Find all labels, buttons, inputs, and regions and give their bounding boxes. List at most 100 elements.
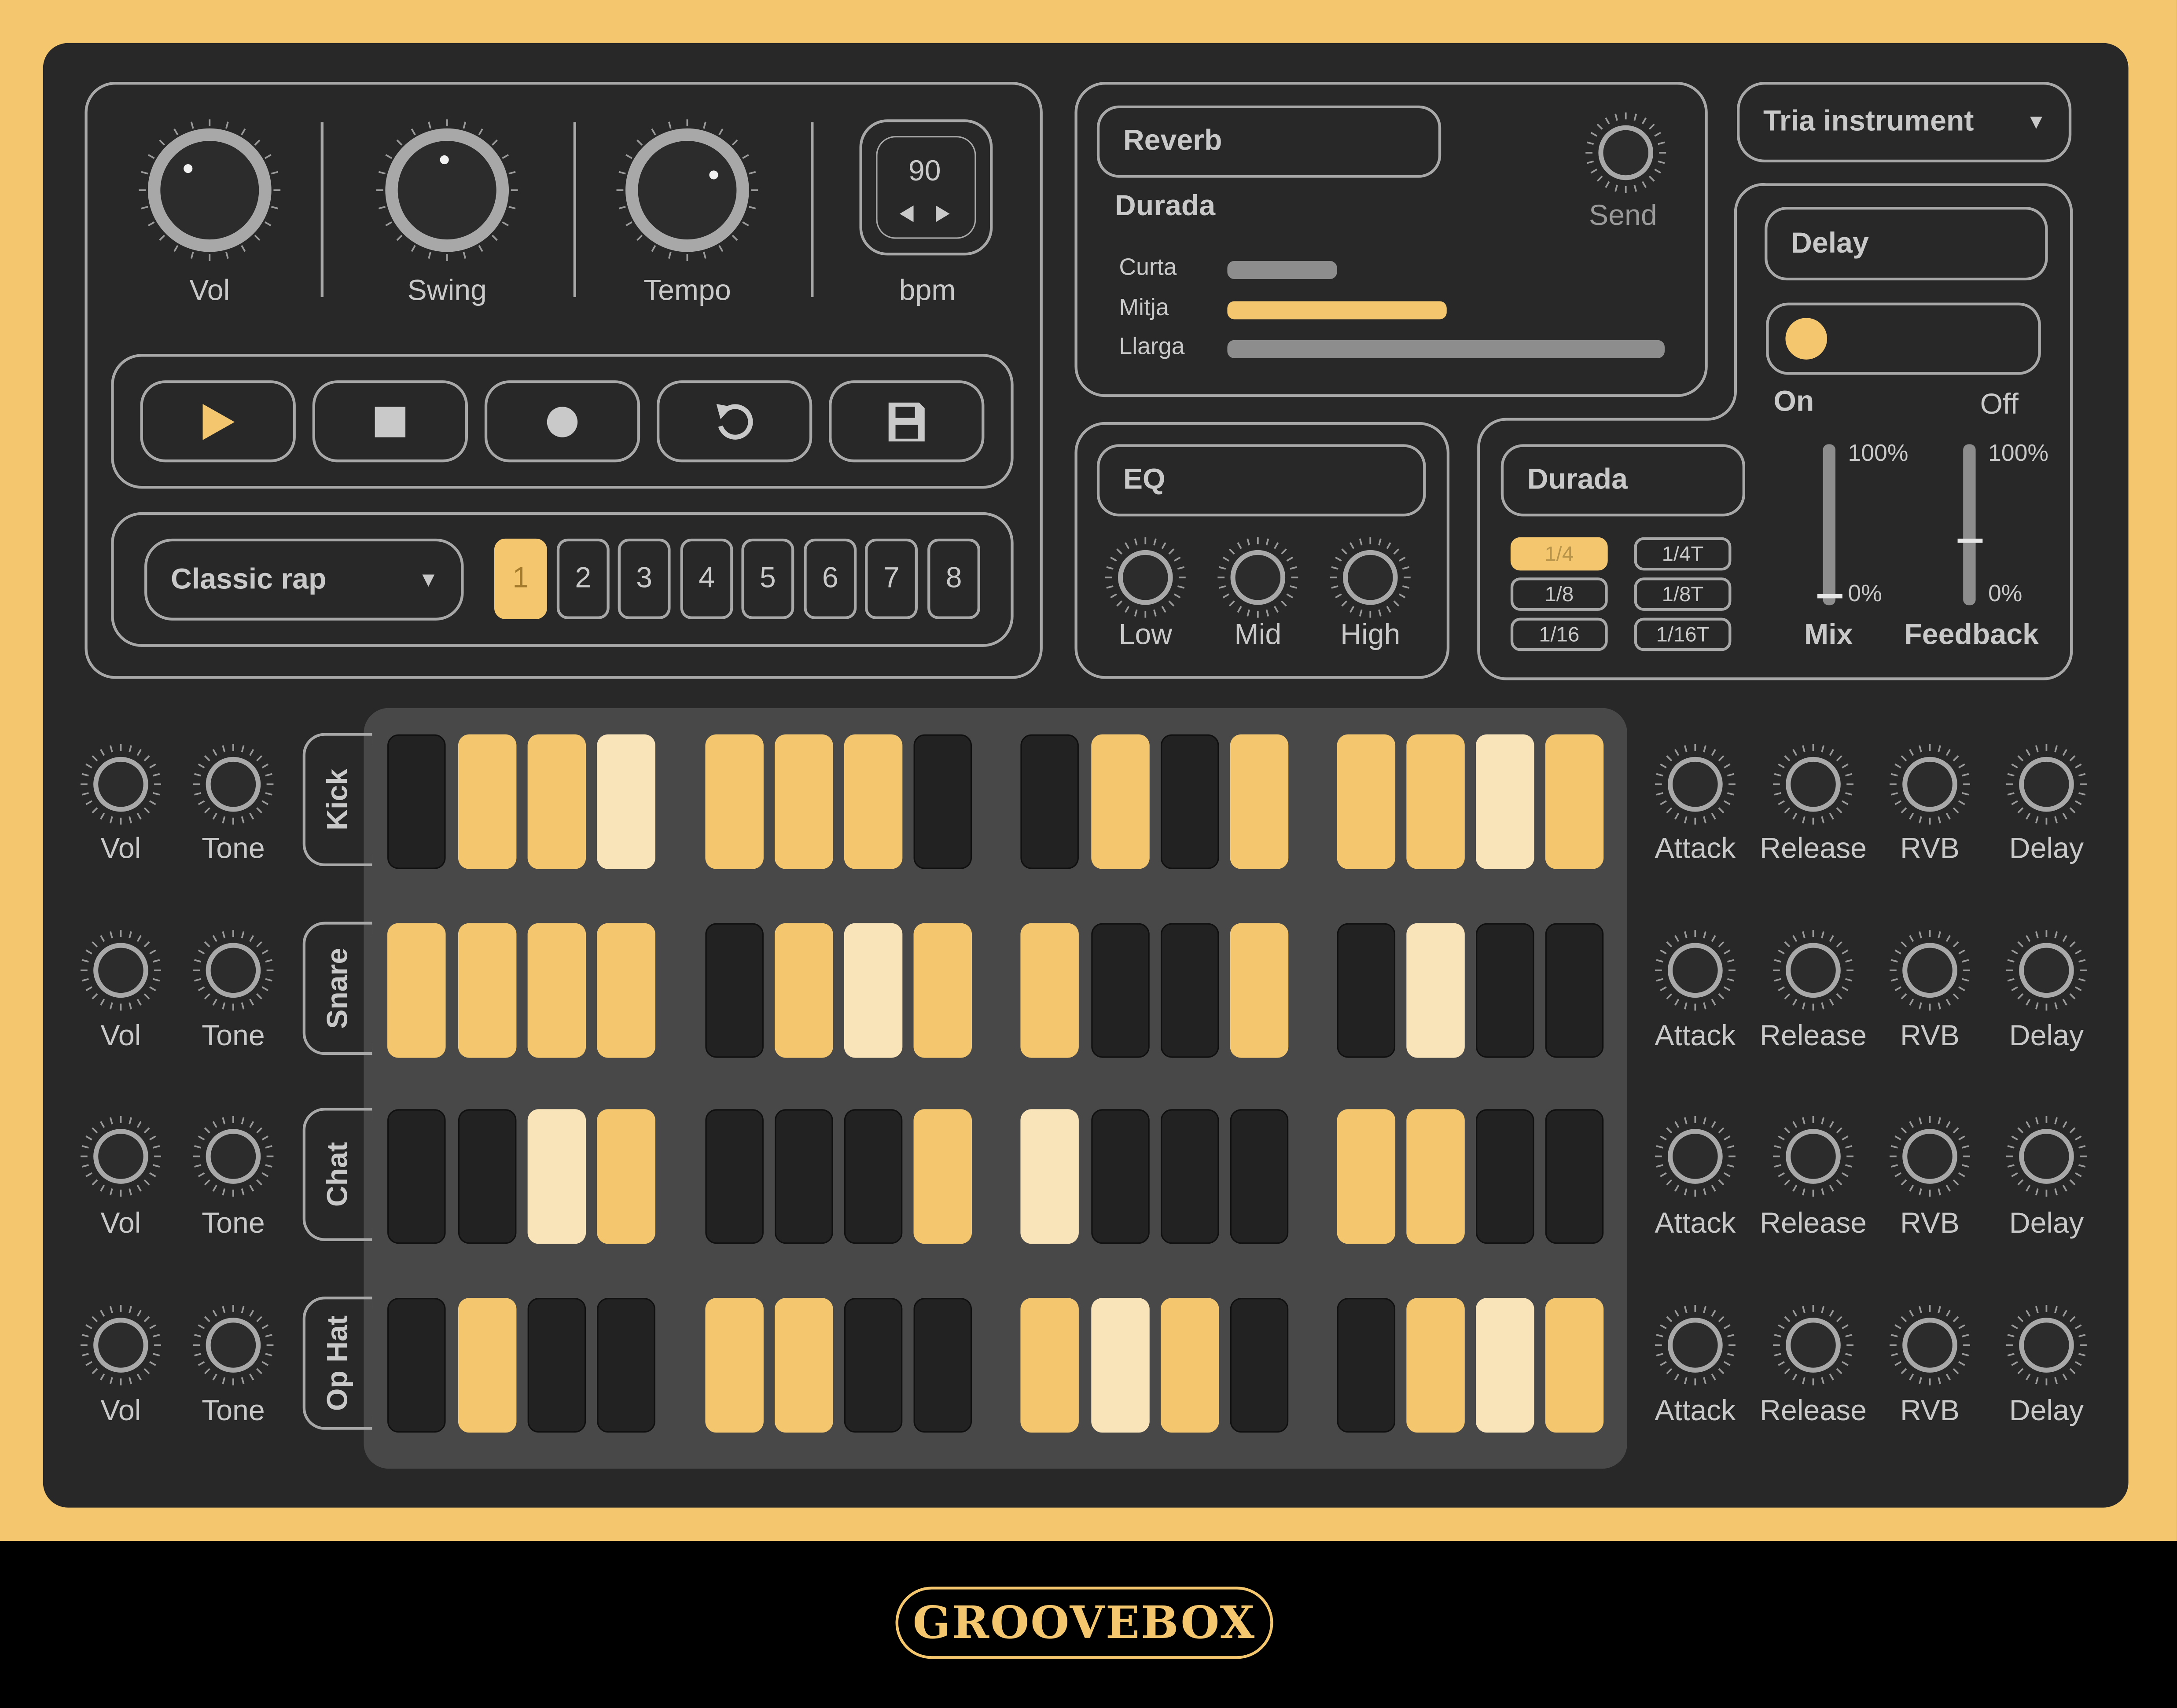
pattern-button-3[interactable]: 3 [618, 538, 671, 619]
op-hat-delay-knob[interactable] [2002, 1301, 2091, 1390]
step-chat-2[interactable] [458, 1109, 517, 1244]
step-chat-5[interactable] [705, 1109, 764, 1244]
snare-rvb-knob[interactable] [1886, 926, 1975, 1015]
step-kick-11[interactable] [1160, 734, 1219, 869]
chat-delay-knob[interactable] [2002, 1112, 2091, 1201]
step-chat-12[interactable] [1230, 1109, 1289, 1244]
delay-division-1-4[interactable]: 1/4 [1510, 537, 1608, 571]
track-tab-chat[interactable]: Chat [302, 1108, 372, 1241]
op-hat-release-knob[interactable] [1769, 1301, 1858, 1390]
step-chat-7[interactable] [844, 1109, 903, 1244]
track-tab-kick[interactable]: Kick [302, 733, 372, 867]
op-hat-attack-knob[interactable] [1651, 1301, 1739, 1390]
step-kick-8[interactable] [913, 734, 972, 869]
delay-division-1-8[interactable]: 1/8 [1510, 577, 1608, 611]
step-chat-6[interactable] [775, 1109, 833, 1244]
step-chat-11[interactable] [1160, 1109, 1219, 1244]
kick-delay-knob[interactable] [2002, 740, 2091, 829]
step-op-hat-15[interactable] [1476, 1298, 1534, 1433]
step-snare-2[interactable] [458, 923, 517, 1058]
step-op-hat-3[interactable] [527, 1298, 586, 1433]
step-op-hat-12[interactable] [1230, 1298, 1289, 1433]
step-snare-15[interactable] [1476, 923, 1534, 1058]
step-op-hat-9[interactable] [1020, 1298, 1079, 1433]
step-snare-6[interactable] [775, 923, 833, 1058]
step-snare-14[interactable] [1406, 923, 1465, 1058]
step-kick-7[interactable] [844, 734, 903, 869]
snare-attack-knob[interactable] [1651, 926, 1739, 1015]
track-tab-snare[interactable]: Snare [302, 922, 372, 1055]
step-kick-16[interactable] [1545, 734, 1604, 869]
pattern-button-8[interactable]: 8 [927, 538, 980, 619]
reverb-option-curta[interactable] [1227, 261, 1337, 279]
kick-tone-knob[interactable] [189, 740, 278, 829]
step-chat-10[interactable] [1091, 1109, 1150, 1244]
step-op-hat-2[interactable] [458, 1298, 517, 1433]
snare-tone-knob[interactable] [189, 926, 278, 1015]
snare-release-knob[interactable] [1769, 926, 1858, 1015]
step-chat-3[interactable] [527, 1109, 586, 1244]
mix-fader[interactable] [1823, 444, 1835, 606]
kick-rvb-knob[interactable] [1886, 740, 1975, 829]
swing-knob[interactable] [372, 115, 522, 265]
step-snare-8[interactable] [913, 923, 972, 1058]
step-kick-6[interactable] [775, 734, 833, 869]
kick-attack-knob[interactable] [1651, 740, 1739, 829]
pattern-button-1[interactable]: 1 [494, 538, 547, 619]
step-kick-5[interactable] [705, 734, 764, 869]
op-hat-rvb-knob[interactable] [1886, 1301, 1975, 1390]
pattern-button-7[interactable]: 7 [865, 538, 918, 619]
step-snare-5[interactable] [705, 923, 764, 1058]
step-op-hat-11[interactable] [1160, 1298, 1219, 1433]
chat-attack-knob[interactable] [1651, 1112, 1739, 1201]
step-op-hat-6[interactable] [775, 1298, 833, 1433]
track-tab-op-hat[interactable]: Op Hat [302, 1297, 372, 1430]
feedback-fader-handle[interactable] [1957, 538, 1983, 543]
vol-knob[interactable] [135, 115, 285, 265]
step-kick-2[interactable] [458, 734, 517, 869]
op-hat-tone-knob[interactable] [189, 1301, 278, 1390]
step-chat-9[interactable] [1020, 1109, 1079, 1244]
reverb-option-mitja[interactable] [1227, 300, 1447, 319]
step-chat-15[interactable] [1476, 1109, 1534, 1244]
eq-low-knob[interactable] [1101, 533, 1190, 622]
step-chat-13[interactable] [1337, 1109, 1396, 1244]
step-snare-9[interactable] [1020, 923, 1079, 1058]
chat-tone-knob[interactable] [189, 1112, 278, 1201]
step-kick-4[interactable] [597, 734, 655, 869]
pattern-button-2[interactable]: 2 [556, 538, 610, 619]
step-kick-9[interactable] [1020, 734, 1079, 869]
step-op-hat-10[interactable] [1091, 1298, 1150, 1433]
pattern-button-5[interactable]: 5 [741, 538, 794, 619]
step-chat-1[interactable] [387, 1109, 446, 1244]
step-snare-10[interactable] [1091, 923, 1150, 1058]
step-op-hat-8[interactable] [913, 1298, 972, 1433]
step-snare-7[interactable] [844, 923, 903, 1058]
step-kick-10[interactable] [1091, 734, 1150, 869]
step-op-hat-13[interactable] [1337, 1298, 1396, 1433]
op-hat-vol-knob[interactable] [76, 1301, 165, 1390]
chat-vol-knob[interactable] [76, 1112, 165, 1201]
step-kick-14[interactable] [1406, 734, 1465, 869]
tempo-knob[interactable] [612, 115, 762, 265]
step-chat-4[interactable] [597, 1109, 655, 1244]
delay-division-1-16[interactable]: 1/16 [1510, 617, 1608, 651]
eq-high-knob[interactable] [1326, 533, 1415, 622]
chat-release-knob[interactable] [1769, 1112, 1858, 1201]
pattern-button-6[interactable]: 6 [804, 538, 857, 619]
step-snare-3[interactable] [527, 923, 586, 1058]
chat-rvb-knob[interactable] [1886, 1112, 1975, 1201]
step-kick-1[interactable] [387, 734, 446, 869]
delay-division-1-4t[interactable]: 1/4T [1634, 537, 1732, 571]
step-op-hat-5[interactable] [705, 1298, 764, 1433]
reverb-option-llarga[interactable] [1227, 340, 1665, 358]
step-snare-4[interactable] [597, 923, 655, 1058]
delay-division-1-16t[interactable]: 1/16T [1634, 617, 1732, 651]
step-snare-11[interactable] [1160, 923, 1219, 1058]
snare-vol-knob[interactable] [76, 926, 165, 1015]
delay-division-1-8t[interactable]: 1/8T [1634, 577, 1732, 611]
step-op-hat-14[interactable] [1406, 1298, 1465, 1433]
step-op-hat-4[interactable] [597, 1298, 655, 1433]
step-chat-14[interactable] [1406, 1109, 1465, 1244]
kick-vol-knob[interactable] [76, 740, 165, 829]
